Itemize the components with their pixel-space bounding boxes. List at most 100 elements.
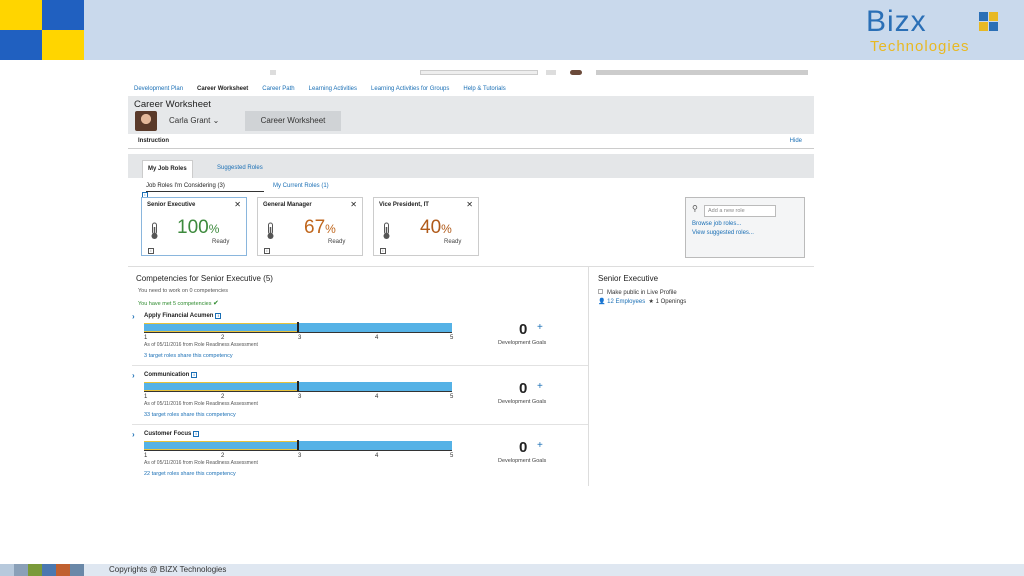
star-icon: ★ bbox=[648, 299, 654, 305]
subtab-current-roles[interactable]: My Current Roles (1) bbox=[273, 183, 329, 189]
competency-name-text: Communication bbox=[144, 372, 190, 378]
scale-label: 1 bbox=[144, 394, 148, 400]
divider bbox=[128, 266, 814, 267]
rating-fill bbox=[144, 441, 298, 450]
assessment-date: As of 05/11/2016 from Role Readiness Ass… bbox=[144, 401, 258, 407]
top-nav: Development Plan Career Worksheet Career… bbox=[134, 86, 506, 92]
info-icon[interactable]: i bbox=[215, 313, 222, 319]
close-icon[interactable]: ✕ bbox=[234, 200, 241, 209]
readiness-value: 100 bbox=[177, 217, 209, 238]
add-role-panel: ⚲ Add a new role Browse job roles... Vie… bbox=[685, 197, 805, 258]
info-icon[interactable]: i bbox=[380, 248, 386, 254]
scale-label: 5 bbox=[450, 335, 454, 341]
info-icon[interactable]: i bbox=[148, 248, 154, 254]
checkbox[interactable] bbox=[598, 289, 603, 294]
thermometer-icon bbox=[383, 222, 390, 239]
chevron-right-icon[interactable]: › bbox=[132, 430, 135, 439]
openings-count: 1 bbox=[655, 299, 659, 305]
competency-name[interactable]: Communication i bbox=[144, 372, 198, 378]
person-selector[interactable]: Carla Grant ⌄ bbox=[163, 112, 225, 130]
career-worksheet-button[interactable]: Career Worksheet bbox=[245, 111, 341, 131]
readiness-value: 40 bbox=[420, 217, 442, 238]
bizx-logo: Bizx Technologies bbox=[862, 5, 1012, 57]
nav-career-path[interactable]: Career Path bbox=[262, 86, 294, 92]
competency-name[interactable]: Customer Focus i bbox=[144, 431, 200, 437]
instruction-label[interactable]: Instruction bbox=[138, 138, 169, 144]
brand-name: Bizx bbox=[866, 5, 927, 38]
goals-label: Development Goals bbox=[498, 458, 547, 464]
public-toggle[interactable]: Make public in Live Profile bbox=[598, 289, 677, 296]
browse-roles-link[interactable]: Browse job roles... bbox=[692, 221, 741, 227]
career-worksheet-app: Development Plan Career Worksheet Career… bbox=[128, 66, 814, 486]
goals-count: 0 bbox=[519, 321, 528, 338]
goals-label: Development Goals bbox=[498, 399, 547, 405]
people-icon: 👤 bbox=[598, 299, 606, 305]
goals-label: Development Goals bbox=[498, 340, 547, 346]
nav-help-tutorials[interactable]: Help & Tutorials bbox=[463, 86, 505, 92]
role-card[interactable]: General Manager ✕ 67% Ready i bbox=[257, 197, 363, 256]
nav-career-worksheet[interactable]: Career Worksheet bbox=[197, 86, 248, 92]
nav-learning-activities[interactable]: Learning Activities bbox=[309, 86, 357, 92]
shared-roles-link[interactable]: 22 target roles share this competency bbox=[144, 471, 236, 477]
assessment-date: As of 05/11/2016 from Role Readiness Ass… bbox=[144, 460, 258, 466]
readiness-unit: % bbox=[441, 222, 452, 236]
scale-label: 3 bbox=[298, 394, 302, 400]
scale-label: 1 bbox=[144, 453, 148, 459]
role-stats: 👤 12 Employees ★ 1 Openings bbox=[598, 298, 686, 305]
competency-row: › Customer Focus i 1 2 3 4 5 As of 05/11… bbox=[132, 430, 584, 488]
hide-link[interactable]: Hide bbox=[790, 138, 802, 144]
add-goal-icon[interactable]: + bbox=[537, 322, 543, 333]
scale-label: 4 bbox=[375, 394, 379, 400]
chevron-down-icon: ⌄ bbox=[212, 116, 220, 125]
readiness-status: Ready bbox=[212, 239, 230, 245]
close-icon[interactable]: ✕ bbox=[350, 200, 357, 209]
info-icon[interactable]: i bbox=[191, 372, 198, 378]
view-suggested-link[interactable]: View suggested roles... bbox=[692, 230, 754, 236]
role-card[interactable]: Senior Executive ✕ 100% Ready i bbox=[141, 197, 247, 256]
competency-name-text: Apply Financial Acumen bbox=[144, 313, 214, 319]
rating-bar bbox=[144, 381, 452, 392]
thermometer-icon bbox=[151, 222, 158, 239]
tab-suggested-roles[interactable]: Suggested Roles bbox=[212, 160, 268, 178]
competency-row: › Communication i 1 2 3 4 5 As of 05/11/… bbox=[132, 371, 588, 429]
assessment-date: As of 05/11/2016 from Role Readiness Ass… bbox=[144, 342, 258, 348]
met-text: You have met 5 competencies ✔ bbox=[138, 299, 219, 307]
role-card[interactable]: Vice President, IT ✕ 40% Ready i bbox=[373, 197, 479, 256]
employees-count[interactable]: 12 bbox=[607, 299, 614, 305]
nav-learning-activities-groups[interactable]: Learning Activities for Groups bbox=[371, 86, 449, 92]
nav-development-plan[interactable]: Development Plan bbox=[134, 86, 183, 92]
chevron-right-icon[interactable]: › bbox=[132, 312, 135, 321]
subtab-considering[interactable]: Job Roles I'm Considering (3) bbox=[146, 183, 225, 189]
rating-fill bbox=[144, 382, 298, 391]
shared-roles-link[interactable]: 3 target roles share this competency bbox=[144, 353, 233, 359]
info-icon[interactable]: i bbox=[264, 248, 270, 254]
thermometer-icon bbox=[267, 222, 274, 239]
add-goal-icon[interactable]: + bbox=[537, 440, 543, 451]
rating-fill bbox=[144, 323, 298, 332]
rating-bar bbox=[144, 440, 452, 451]
readiness-value: 67 bbox=[304, 217, 326, 238]
readiness-unit: % bbox=[208, 222, 220, 236]
cropped-topbar bbox=[128, 70, 814, 76]
avatar bbox=[135, 111, 157, 131]
competencies-title: Competencies for Senior Executive (5) bbox=[136, 274, 273, 283]
copyright-text: Copyrights @ BIZX Technologies bbox=[109, 565, 227, 574]
readiness-status: Ready bbox=[444, 239, 462, 245]
scale-label: 5 bbox=[450, 453, 454, 459]
check-icon: ✔ bbox=[213, 300, 219, 307]
role-name: Vice President, IT bbox=[379, 202, 429, 208]
side-role-title: Senior Executive bbox=[598, 274, 659, 283]
chevron-right-icon[interactable]: › bbox=[132, 371, 135, 380]
shared-roles-link[interactable]: 33 target roles share this competency bbox=[144, 412, 236, 418]
add-role-input[interactable]: Add a new role bbox=[704, 205, 776, 217]
employees-link[interactable]: Employees bbox=[616, 299, 646, 305]
competency-name[interactable]: Apply Financial Acumen i bbox=[144, 313, 222, 319]
add-goal-icon[interactable]: + bbox=[537, 381, 543, 392]
goals-count: 0 bbox=[519, 380, 528, 397]
tab-my-job-roles[interactable]: My Job Roles bbox=[142, 160, 193, 178]
slide-footer: Copyrights @ BIZX Technologies bbox=[0, 564, 1024, 576]
close-icon[interactable]: ✕ bbox=[466, 200, 473, 209]
role-name: General Manager bbox=[263, 202, 312, 208]
info-icon[interactable]: i bbox=[193, 431, 200, 437]
role-name: Senior Executive bbox=[147, 202, 196, 208]
